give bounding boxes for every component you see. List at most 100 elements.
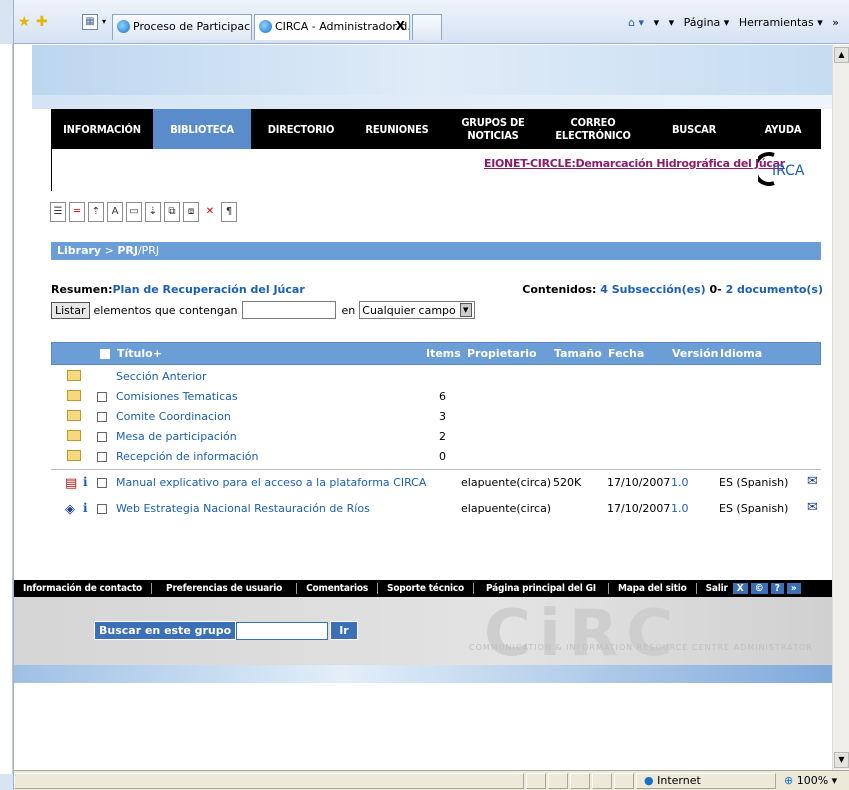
footer-close-icon[interactable]: X [732,583,748,594]
footer-help-icon[interactable]: ? [770,583,784,594]
row-checkbox[interactable] [97,478,107,488]
up-link[interactable]: Sección Anterior [116,370,207,383]
subsections-link[interactable]: 4 Subsección(es) [600,283,705,296]
print-icon[interactable]: ▾ [669,16,675,29]
status-cell [592,773,612,789]
download-icon[interactable]: ⇣ [145,202,161,222]
nav-buscar[interactable]: BUSCAR [643,109,745,149]
new-tab[interactable] [412,14,442,40]
folder-link[interactable]: Comisiones Tematicas [116,390,238,403]
col-tamano[interactable]: Tamaño [554,347,602,360]
breadcrumb-current[interactable]: PRJ [117,244,138,257]
filter-en-label: en [341,303,356,317]
add-url-icon[interactable]: A [107,202,123,222]
feeds-icon[interactable]: ▾ [654,16,660,29]
list-view-icon[interactable]: ☰ [50,202,66,222]
document-link[interactable]: Web Estrategia Nacional Restauración de … [116,502,370,515]
info-icon[interactable]: i [83,475,88,489]
mail-icon[interactable]: ✉ [807,500,818,515]
tab-proceso[interactable]: Proceso de Participación del ... [112,14,252,40]
nav-informacion[interactable]: INFORMACIÓN [51,109,153,149]
col-titulo[interactable]: Título+ [117,347,162,360]
group-search-input[interactable] [236,621,329,640]
web-link-icon[interactable]: ◈ [65,502,75,517]
documents-link[interactable]: 2 documento(s) [726,283,823,296]
tools-menu[interactable]: Herramientas ▾ [739,16,823,29]
version-link[interactable]: 1.0 [671,502,689,515]
properties-icon[interactable]: ¶ [221,202,237,222]
mail-icon[interactable]: ✉ [807,474,818,489]
security-zone[interactable]: ● Internet [644,774,701,787]
quick-tabs-icon[interactable]: ▦ [82,14,98,30]
table-row: Mesa de participación 2 [51,427,821,447]
folder-icon [67,390,81,401]
nav-correo[interactable]: CORREO ELECTRÓNICO [543,109,643,149]
row-checkbox[interactable] [97,432,107,442]
row-checkbox[interactable] [97,412,107,422]
footer-salir[interactable]: Salir [697,583,730,594]
select-all-checkbox[interactable] [100,349,110,359]
footer-mapa[interactable]: Mapa del sitio [609,583,697,594]
detail-view-icon[interactable]: ═ [69,202,85,222]
breadcrumb-root[interactable]: Library [57,244,101,257]
group-search-button[interactable]: Ir [330,621,358,640]
nav-directorio[interactable]: DIRECTORIO [251,109,351,149]
page-menu[interactable]: Página ▾ [684,16,730,29]
footer-comentarios[interactable]: Comentarios [297,583,379,594]
group-search: Buscar en este grupo Ir [94,621,358,640]
nav-biblioteca[interactable]: BIBLIOTECA [153,109,251,149]
footer-preferencias[interactable]: Preferencias de usuario [152,583,298,594]
col-version[interactable]: Versión [672,347,719,360]
nav-ayuda[interactable]: AYUDA [745,109,821,149]
col-items[interactable]: Items [426,347,461,360]
folder-up-icon[interactable] [67,370,81,381]
ie-icon [117,20,130,33]
footer-copyright-icon[interactable]: © [750,583,768,594]
row-checkbox[interactable] [97,504,107,514]
close-tab-icon[interactable]: X [396,19,405,33]
copy-icon[interactable]: ⧉ [164,202,180,222]
col-fecha[interactable]: Fecha [608,347,644,360]
upload-icon[interactable]: ⇡ [88,202,104,222]
paste-icon[interactable]: ⧈ [183,202,199,222]
more-chevron-icon[interactable]: » [832,16,839,29]
add-favorite-icon[interactable]: ✚ [36,14,48,30]
favorites-star-icon[interactable]: ★ [18,14,31,30]
field-select-value: Cualquier campo [362,303,456,317]
footer-contacto[interactable]: Información de contacto [14,583,153,594]
filter-input[interactable] [241,301,336,319]
version-link[interactable]: 1.0 [671,476,689,489]
folder-link[interactable]: Recepción de información [116,450,258,463]
language: ES (Spanish) [719,502,789,515]
footer-stripe [14,665,834,683]
row-checkbox[interactable] [97,452,107,462]
nav-grupos-noticias[interactable]: GRUPOS DE NOTICIAS [443,109,543,149]
new-folder-icon[interactable]: ▭ [126,202,142,222]
document-link[interactable]: Manual explicativo para el acceso a la p… [116,476,426,489]
col-propietario[interactable]: Propietario [467,347,537,360]
scroll-down-icon[interactable]: ▼ [834,752,849,768]
info-icon[interactable]: i [83,501,88,515]
row-checkbox[interactable] [97,392,107,402]
scroll-up-icon[interactable]: ▲ [834,47,849,63]
footer-more-icon[interactable]: » [786,583,801,594]
vertical-scrollbar[interactable]: ▲ ▼ [832,45,849,770]
folder-icon [67,410,81,421]
tab-list-chevron-icon[interactable]: ▾ [102,17,106,26]
folder-link[interactable]: Comite Coordinacion [116,410,231,423]
footer-soporte[interactable]: Soporte técnico [378,583,475,594]
field-select[interactable]: Cualquier campo ▼ [359,301,475,319]
zoom-level[interactable]: ⊕ 100% ▾ [784,774,837,787]
folder-link[interactable]: Mesa de participación [116,430,237,443]
delete-icon[interactable]: ✕ [202,202,218,222]
col-idioma[interactable]: Idioma [720,347,762,360]
list-button[interactable]: Listar [51,301,90,319]
pdf-icon[interactable]: ▤ [65,476,77,491]
group-link[interactable]: EIONET-CIRCLE:Demarcación Hidrográfica d… [484,157,785,170]
file-size: 520K [553,476,582,489]
tab-circa[interactable]: CIRCA - Administrador d... X [254,14,410,40]
nav-reuniones[interactable]: REUNIONES [351,109,443,149]
home-icon[interactable]: ⌂ ▾ [628,16,644,29]
footer-pagina-principal[interactable]: Página principal del GI [474,583,609,594]
status-cell [548,773,568,789]
